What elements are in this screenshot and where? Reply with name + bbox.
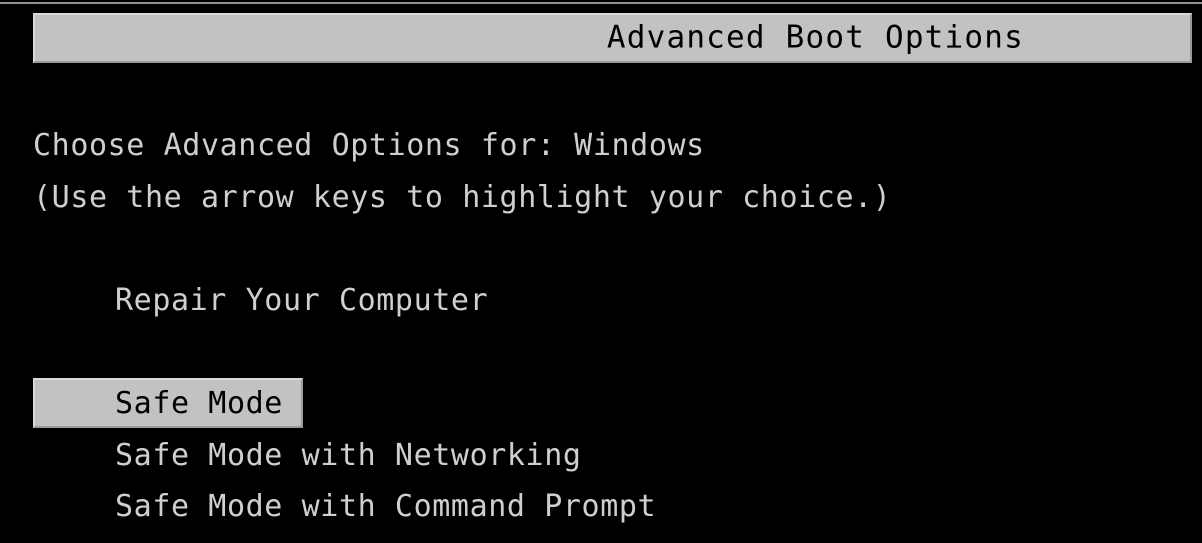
- title-bar: Advanced Boot Options: [33, 13, 1192, 63]
- menu-item-safe-mode-with-networking[interactable]: Safe Mode with Networking: [115, 441, 582, 471]
- prompt-text: Choose Advanced Options for: Windows: [33, 128, 705, 163]
- menu-item-safe-mode-with-command-prompt[interactable]: Safe Mode with Command Prompt: [115, 492, 656, 522]
- page-title: Advanced Boot Options: [606, 19, 1024, 56]
- menu-item-repair-your-computer[interactable]: Repair Your Computer: [115, 286, 488, 316]
- top-border-line: [0, 2, 1202, 4]
- hint-text: (Use the arrow keys to highlight your ch…: [33, 180, 892, 215]
- menu-item-safe-mode[interactable]: Safe Mode: [115, 389, 283, 419]
- advanced-boot-options-screen: Advanced Boot Options Choose Advanced Op…: [0, 0, 1202, 543]
